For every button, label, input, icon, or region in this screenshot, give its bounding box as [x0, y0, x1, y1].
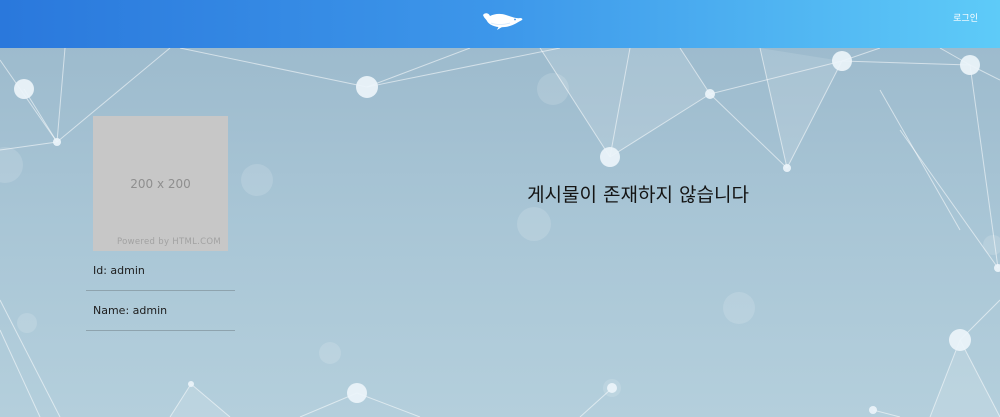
whale-icon[interactable]	[480, 9, 524, 31]
login-link[interactable]: 로그인	[953, 11, 978, 24]
profile-card: 200 x 200 Powered by HTML.COM Id: admin …	[86, 116, 235, 331]
empty-posts-message: 게시물이 존재하지 않습니다	[527, 184, 749, 206]
avatar-powered-label: Powered by HTML.COM	[117, 237, 221, 247]
top-header: 로그인	[0, 0, 1000, 48]
avatar-size-label: 200 x 200	[130, 177, 191, 191]
profile-name: Name: admin	[86, 291, 235, 331]
profile-id: Id: admin	[86, 251, 235, 291]
page: 로그인 200 x 200 Powered by HTML.COM Id: ad…	[0, 0, 1000, 417]
avatar: 200 x 200 Powered by HTML.COM	[93, 116, 228, 251]
